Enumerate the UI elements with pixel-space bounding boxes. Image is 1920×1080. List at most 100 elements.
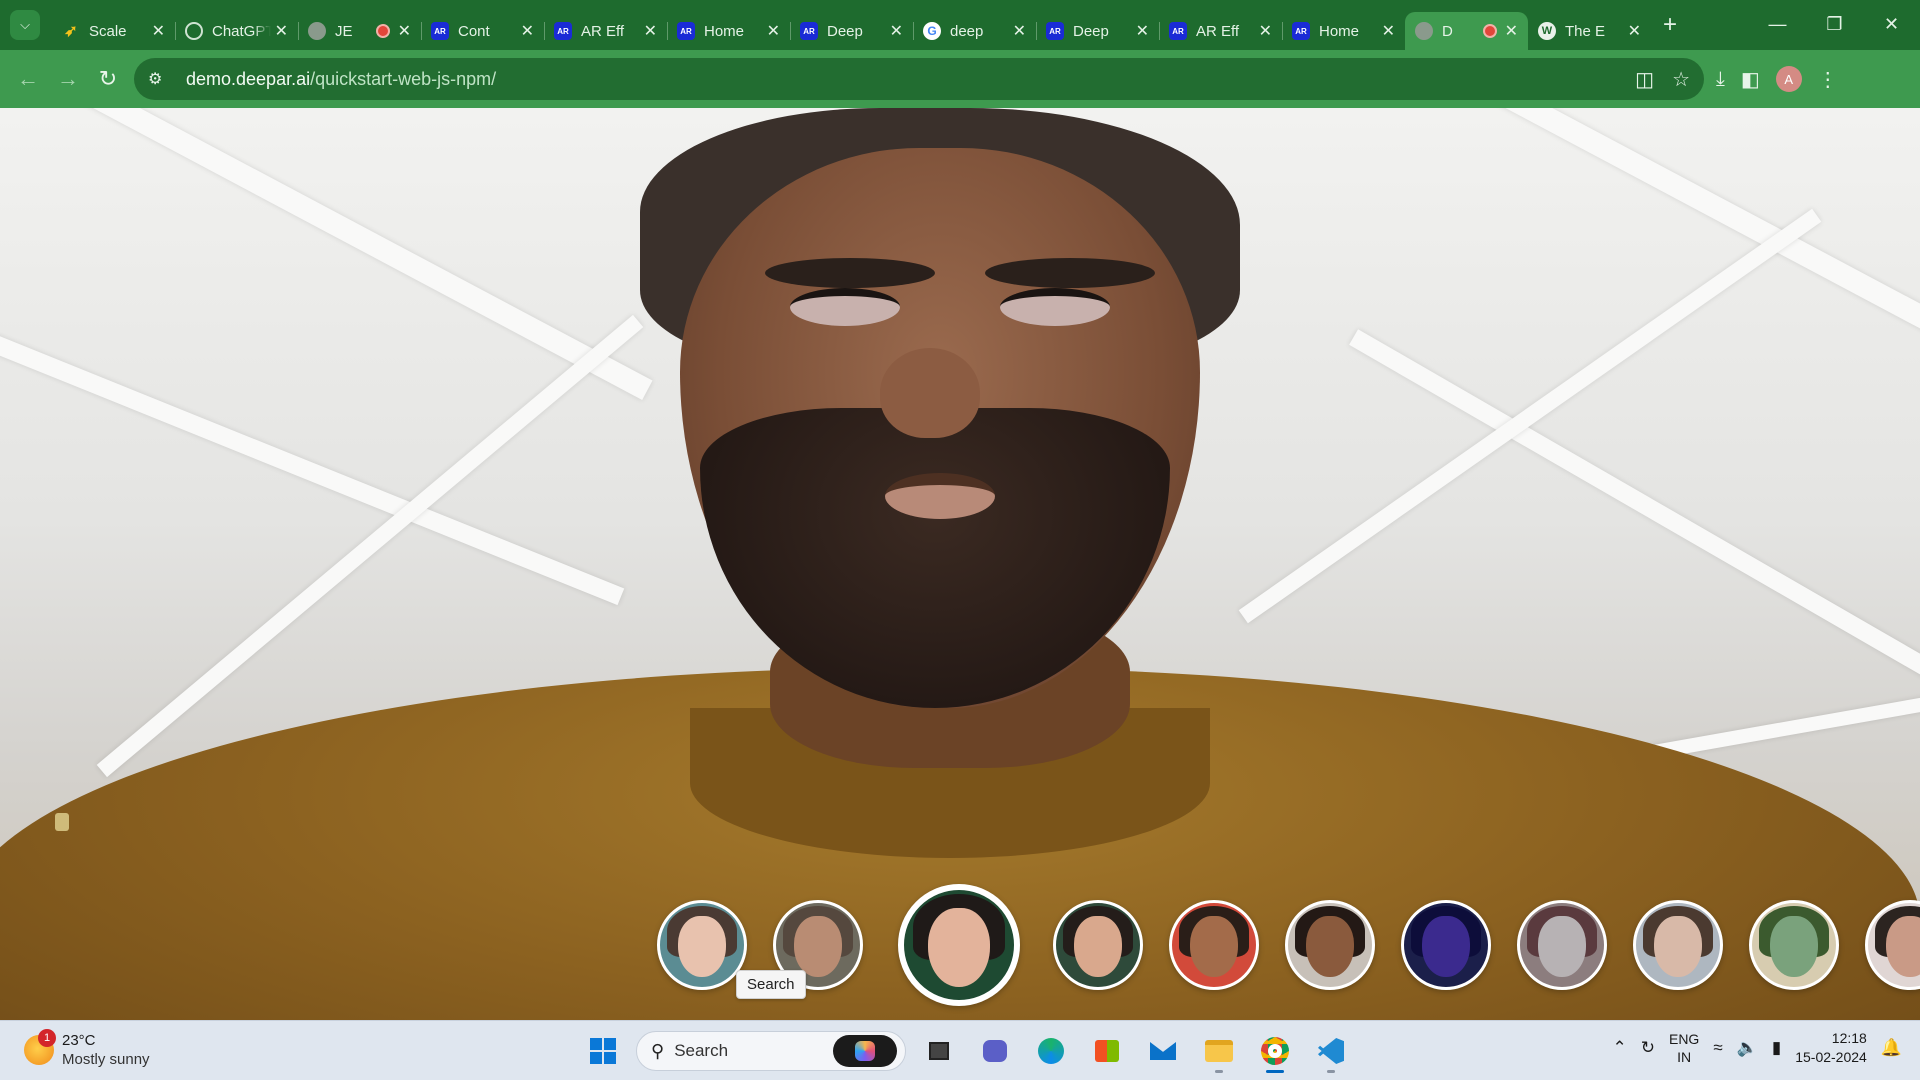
close-tab-icon[interactable]: ✕	[890, 21, 903, 41]
close-tab-icon[interactable]: ✕	[644, 21, 657, 41]
close-tab-icon[interactable]: ✕	[521, 21, 534, 41]
close-tab-icon[interactable]: ✕	[767, 21, 780, 41]
vscode-button[interactable]	[1308, 1029, 1354, 1073]
download-icon[interactable]: ⤓	[1716, 68, 1725, 91]
close-window-button[interactable]: ✕	[1863, 14, 1920, 35]
region-code: IN	[1677, 1049, 1692, 1065]
profile-avatar[interactable]: A	[1775, 66, 1802, 92]
bookmark-star-icon[interactable]: ☆	[1672, 67, 1690, 92]
camera-in-use-icon[interactable]: ◫	[1635, 67, 1654, 92]
browser-tab[interactable]: AR Cont ✕	[421, 12, 544, 50]
browser-tab[interactable]: JE ✕	[298, 12, 421, 50]
browser-tab[interactable]: AR AR Eff ✕	[544, 12, 667, 50]
battery-icon[interactable]: ▮	[1772, 1038, 1781, 1058]
filter-thumb-face	[1190, 916, 1238, 977]
back-button[interactable]: ←	[8, 59, 48, 99]
browser-tab[interactable]: D ✕	[1405, 12, 1528, 50]
system-tray: ⌃ ↻ ENG IN ≈ 🔈 ▮ 12:18 15-02-2024 🔔	[1612, 1029, 1902, 1067]
url-text[interactable]: demo.deepar.ai/quickstart-web-js-npm/	[186, 69, 496, 90]
arrow-right-icon: →	[57, 66, 79, 91]
ar-icon: AR	[554, 22, 572, 40]
taskbar-search-label: Search	[674, 1041, 729, 1060]
language-indicator[interactable]: ENG IN	[1669, 1030, 1699, 1066]
taskbar-search[interactable]: ⚲ Search	[636, 1031, 906, 1071]
close-tab-icon[interactable]: ✕	[1505, 21, 1518, 41]
wifi-icon[interactable]: ≈	[1713, 1038, 1722, 1058]
edge-button[interactable]	[1028, 1029, 1074, 1073]
filter-alien[interactable]	[1749, 900, 1839, 990]
chevron-up-icon[interactable]: ⌃	[1612, 1038, 1626, 1058]
reload-button[interactable]: ↻	[88, 59, 128, 99]
weather-widget[interactable]: 1 23°C Mostly sunny	[24, 1029, 150, 1069]
mail-button[interactable]	[1140, 1029, 1186, 1073]
browser-tab[interactable]: AR Deep ✕	[790, 12, 913, 50]
close-tab-icon[interactable]: ✕	[275, 21, 288, 41]
filter-thumb-face	[1886, 916, 1920, 977]
ceiling-beam	[1297, 108, 1920, 420]
ar-icon: AR	[1292, 22, 1310, 40]
tab-search-button[interactable]: ⌵	[10, 10, 40, 40]
close-tab-icon[interactable]: ✕	[152, 21, 165, 41]
filter-flower-woman[interactable]	[898, 884, 1020, 1006]
teams-button[interactable]	[972, 1029, 1018, 1073]
close-tab-icon[interactable]: ✕	[398, 21, 411, 41]
browser-tab[interactable]: ChatGPT ✕	[175, 12, 298, 50]
browser-tab[interactable]: ➶ Scale ✕	[52, 12, 175, 50]
browser-tab[interactable]: AR Deep ✕	[1036, 12, 1159, 50]
edge-icon	[1038, 1038, 1064, 1064]
sync-icon[interactable]: ↻	[1641, 1038, 1655, 1058]
ceiling-beam	[1349, 329, 1920, 745]
restore-button[interactable]: ❐	[1806, 14, 1863, 35]
filter-skull-mask[interactable]	[1517, 900, 1607, 990]
filter-makeup-man[interactable]	[1169, 900, 1259, 990]
store-button[interactable]	[1084, 1029, 1130, 1073]
filter-thumb-face	[1306, 916, 1354, 977]
site-info-icon[interactable]: ⚙	[148, 69, 176, 89]
address-bar[interactable]: ⚙ demo.deepar.ai/quickstart-web-js-npm/ …	[134, 58, 1704, 100]
file-explorer-button[interactable]	[1196, 1029, 1242, 1073]
globe-icon	[1415, 22, 1433, 40]
ceiling-beam	[0, 108, 653, 400]
tab-strip: ⌵ ➶ Scale ✕ ChatGPT ✕ JE ✕ AR Cont ✕ AR AR Eff ✕ AR Ho…	[0, 0, 1920, 50]
filter-thumb-face	[678, 916, 726, 977]
forward-button[interactable]: →	[48, 59, 88, 99]
volume-icon[interactable]: 🔈	[1737, 1038, 1758, 1058]
url-host: demo.deepar.ai	[186, 68, 311, 89]
close-tab-icon[interactable]: ✕	[1628, 21, 1641, 41]
notification-bell-icon[interactable]: 🔔	[1881, 1038, 1902, 1058]
new-tab-button[interactable]: +	[1663, 11, 1677, 39]
close-tab-icon[interactable]: ✕	[1259, 21, 1272, 41]
close-tab-icon[interactable]: ✕	[1013, 21, 1026, 41]
browser-tab[interactable]: Gdeep ✕	[913, 12, 1036, 50]
tab-title: Home	[1319, 22, 1360, 40]
clock[interactable]: 12:18 15-02-2024	[1795, 1029, 1867, 1067]
language-code: ENG	[1668, 1031, 1700, 1047]
minimize-button[interactable]: —	[1749, 14, 1806, 35]
task-view-button[interactable]	[916, 1029, 962, 1073]
browser-tab[interactable]: AR AR Eff ✕	[1159, 12, 1282, 50]
tab-title: Cont	[458, 22, 490, 40]
browser-tab[interactable]: W The E ✕	[1528, 12, 1651, 50]
recording-indicator-icon	[375, 24, 390, 38]
close-tab-icon[interactable]: ✕	[1136, 21, 1149, 41]
menu-kebab-icon[interactable]: ⋮	[1818, 67, 1838, 92]
person-eye-right	[1000, 288, 1110, 326]
filter-smiling-man[interactable]	[1285, 900, 1375, 990]
filter-glasses-woman[interactable]	[657, 900, 747, 990]
close-tab-icon[interactable]: ✕	[1382, 21, 1395, 41]
camera-feed: Search	[0, 108, 1920, 1020]
person-nose	[880, 348, 980, 438]
browser-toolbar: ← → ↻ ⚙ demo.deepar.ai/quickstart-web-js…	[0, 50, 1920, 108]
feed-artifact	[55, 813, 69, 831]
ar-icon: AR	[677, 22, 695, 40]
copilot-icon[interactable]	[833, 1035, 897, 1067]
filter-devil-horns[interactable]	[1633, 900, 1723, 990]
chrome-button[interactable]	[1252, 1029, 1298, 1073]
ar-lipstick	[885, 473, 995, 519]
filter-galaxy[interactable]	[1401, 900, 1491, 990]
filter-woman-dark-hair[interactable]	[1053, 900, 1143, 990]
browser-tab[interactable]: AR Home ✕	[1282, 12, 1405, 50]
start-button[interactable]	[580, 1029, 626, 1073]
side-panel-icon[interactable]: ◧	[1741, 67, 1760, 92]
browser-tab[interactable]: AR Home ✕	[667, 12, 790, 50]
